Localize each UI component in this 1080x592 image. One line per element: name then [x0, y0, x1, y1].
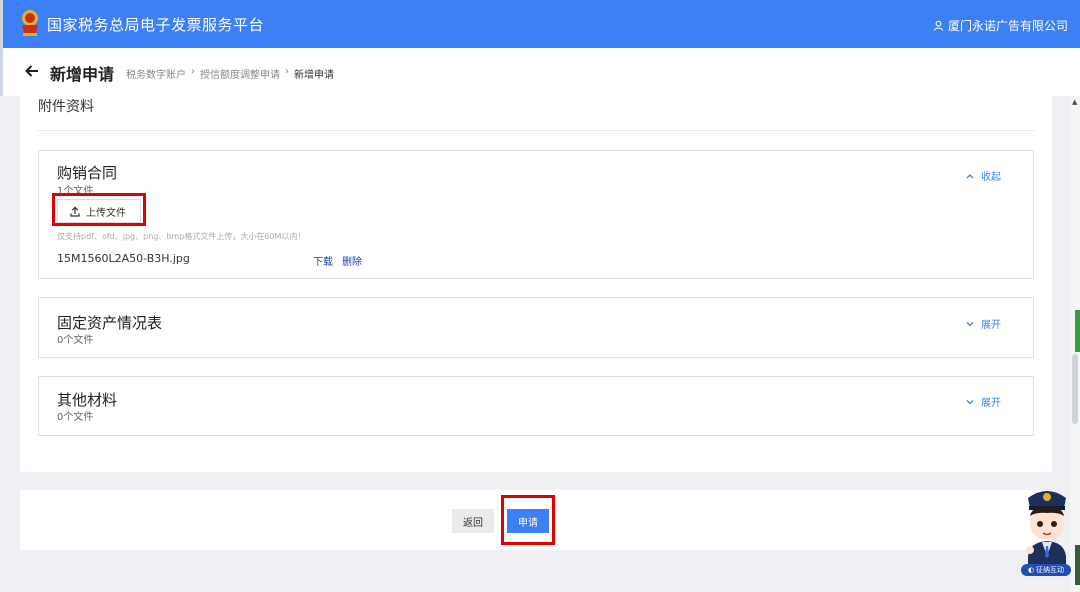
assistant-tag[interactable]: ◐ 征纳互动 [1021, 564, 1071, 576]
breadcrumb-item-credit-adjust[interactable]: 授信额度调整申请 [200, 66, 280, 81]
back-arrow-icon[interactable] [23, 62, 41, 80]
chevron-down-icon [966, 321, 974, 326]
page-header: 新增申请 税务数字账户 › 授信额度调整申请 › 新增申请 [0, 48, 1080, 96]
attachment-card-fixed-assets: 固定资产情况表 0个文件 展开 [38, 297, 1034, 358]
attachments-panel: 附件资料 购销合同 1个文件 收起 上传文件 仅支持pdf、ofd、jpg、pn… [20, 96, 1052, 472]
section-title: 附件资料 [38, 99, 94, 115]
tax-emblem-icon [22, 10, 38, 36]
toggle-label: 展开 [981, 398, 1001, 409]
highlight-box-apply [501, 495, 555, 545]
toggle-label: 展开 [981, 320, 1001, 331]
attachment-name: 其他材料 [57, 391, 118, 409]
delete-link[interactable]: 删除 [342, 253, 362, 268]
attachment-count: 0个文件 [57, 335, 94, 346]
expand-toggle[interactable]: 展开 [966, 316, 1001, 331]
breadcrumb-item-current: 新增申请 [294, 70, 334, 81]
download-link[interactable]: 下载 [313, 253, 333, 268]
attachment-count: 0个文件 [57, 412, 94, 423]
attachment-card-contract: 购销合同 1个文件 收起 上传文件 仅支持pdf、ofd、jpg、png、bmp… [38, 150, 1034, 279]
upload-hint: 仅支持pdf、ofd、jpg、png、bmp格式文件上传，大小在60M以内！ [57, 232, 306, 241]
collapse-toggle[interactable]: 收起 [966, 168, 1001, 183]
breadcrumb-item-digital-account[interactable]: 税务数字账户 [126, 66, 186, 81]
user-icon [933, 20, 944, 31]
chevron-down-icon [966, 399, 974, 404]
breadcrumb-separator: › [285, 66, 289, 77]
toggle-label: 收起 [981, 172, 1001, 183]
attachment-name: 固定资产情况表 [57, 314, 163, 332]
breadcrumb: 税务数字账户 › 授信额度调整申请 › 新增申请 [126, 66, 334, 81]
top-header-bar: 国家税务总局电子发票服务平台 厦门永诺广告有限公司 [0, 0, 1080, 48]
headset-icon: ◐ [1027, 566, 1035, 574]
scrollbar-thumb[interactable] [1072, 354, 1078, 424]
expand-toggle[interactable]: 展开 [966, 394, 1001, 409]
assistant-label: 征纳互动 [1036, 566, 1065, 574]
platform-title: 国家税务总局电子发票服务平台 [47, 16, 265, 34]
uploaded-file-name: 15M1560L2A50-B3H.jpg [57, 252, 190, 265]
action-footer: 返回 申请 [20, 490, 1052, 550]
page-title: 新增申请 [50, 65, 115, 84]
side-indicator [1075, 310, 1080, 352]
attachment-card-other: 其他材料 0个文件 展开 [38, 376, 1034, 436]
attachment-name: 购销合同 [57, 164, 118, 182]
company-name: 厦门永诺广告有限公司 [947, 19, 1068, 33]
chevron-up-icon [966, 173, 974, 178]
user-menu[interactable]: 厦门永诺广告有限公司 [933, 17, 1068, 34]
breadcrumb-separator: › [191, 66, 195, 77]
scroll-up-icon[interactable]: ▲ [1072, 98, 1077, 106]
back-button[interactable]: 返回 [452, 509, 494, 533]
highlight-box-upload [52, 193, 146, 226]
section-divider [38, 130, 1034, 131]
